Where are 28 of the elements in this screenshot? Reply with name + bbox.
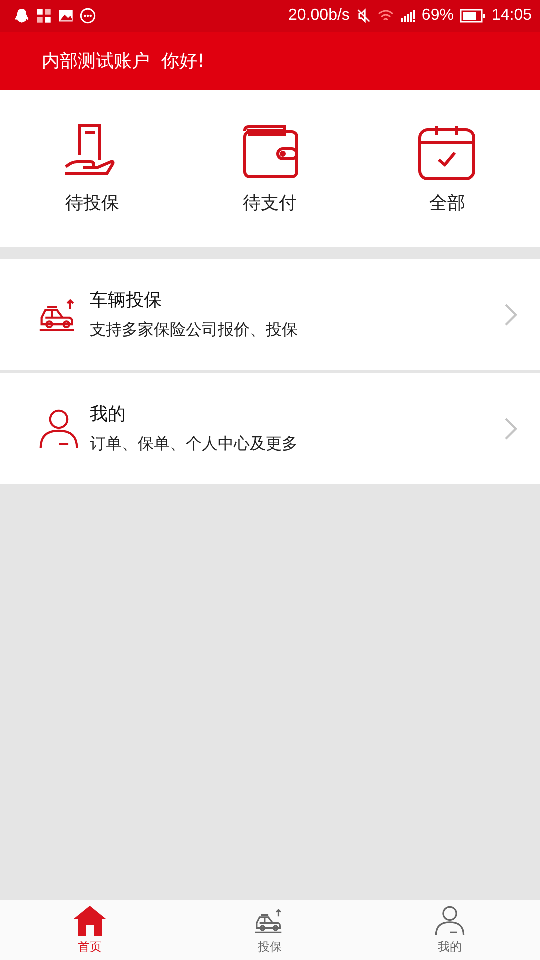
grid-icon xyxy=(36,8,52,24)
mute-icon xyxy=(356,8,372,24)
network-speed: 20.00b/s xyxy=(288,7,350,25)
chevron-right-icon xyxy=(504,304,518,326)
quick-action-button[interactable]: 待投保 xyxy=(32,122,153,214)
quick-action-button[interactable]: 待支付 xyxy=(210,122,330,214)
tab[interactable]: 首页 xyxy=(30,900,150,960)
penguin-icon xyxy=(14,8,30,24)
battery-icon xyxy=(460,9,486,23)
greeting-title: 内部测试账户 你好! xyxy=(42,50,205,73)
signal-icon xyxy=(400,8,416,24)
menu-title: 车辆投保 xyxy=(90,289,162,312)
chevron-right-icon xyxy=(504,418,518,440)
tab[interactable]: 我的 xyxy=(390,900,510,960)
home-icon xyxy=(74,904,106,936)
menu-subtitle: 订单、保单、个人中心及更多 xyxy=(90,434,298,455)
person-icon xyxy=(434,904,466,936)
menu-title: 我的 xyxy=(90,403,126,426)
tab[interactable]: 投保 xyxy=(210,900,330,960)
quick-action-button[interactable]: 全部 xyxy=(387,122,508,214)
menu-row[interactable]: 我的 订单、保单、个人中心及更多 xyxy=(0,373,540,484)
person-icon xyxy=(38,408,80,450)
more-icon xyxy=(80,8,96,24)
menu-row[interactable]: 车辆投保 支持多家保险公司报价、投保 xyxy=(0,259,540,370)
battery-percent: 69% xyxy=(422,7,454,25)
menu-subtitle: 支持多家保险公司报价、投保 xyxy=(90,320,298,341)
clock: 14:05 xyxy=(492,7,532,25)
image-icon xyxy=(58,8,74,24)
